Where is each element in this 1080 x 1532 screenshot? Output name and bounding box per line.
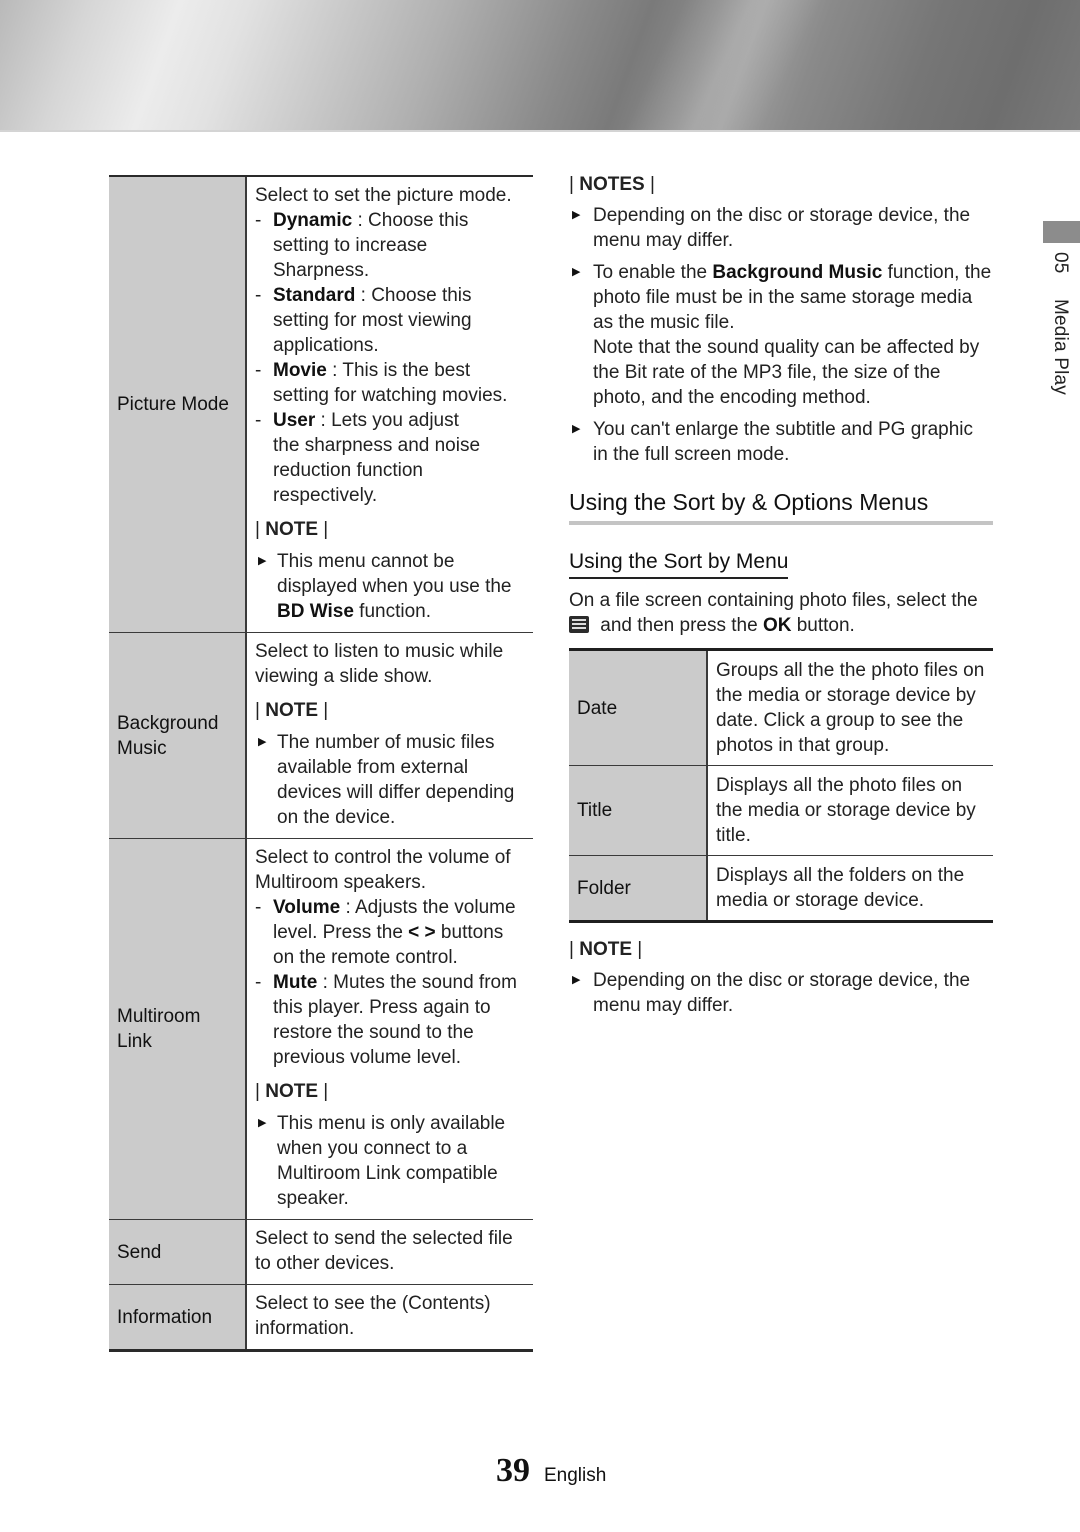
triangle-bullet-icon: ▶	[258, 1117, 267, 1129]
note-item: ▶ To enable the Background Music functio…	[569, 260, 993, 410]
option-user: - User : Lets you adjust the sharpness a…	[255, 410, 481, 506]
note-heading: | NOTE |	[569, 939, 643, 960]
note-item: ▶ You can't enlarge the subtitle and PG …	[569, 417, 993, 467]
chapter-label: 05 Media Play	[1050, 252, 1071, 396]
sort-by-table: Date Groups all the the photo files on t…	[569, 648, 993, 923]
page-language: English	[544, 1465, 607, 1486]
row-label: Folder	[569, 856, 708, 920]
page-number: 39	[496, 1452, 530, 1489]
note-heading: | NOTE |	[255, 1081, 329, 1102]
triangle-bullet-icon: ▶	[572, 209, 581, 221]
table-row-information: Information Select to see the (Contents)…	[109, 1285, 533, 1349]
table-row-date: Date Groups all the the photo files on t…	[569, 651, 993, 766]
triangle-bullet-icon: ▶	[258, 736, 267, 748]
row-label: Multiroom Link	[109, 839, 247, 1219]
table-row-background-music: Background Music Select to listen to mus…	[109, 633, 533, 839]
row-description: Select to send the selected file to othe…	[255, 1228, 513, 1274]
note-heading: | NOTE |	[255, 700, 329, 721]
row-description: Displays all the photo files on the medi…	[716, 775, 976, 846]
chapter-tab-marker	[1043, 221, 1080, 243]
banner-divider	[0, 130, 1080, 132]
row-description: Select to listen to music while viewing …	[247, 633, 533, 838]
note-item: ▶ This menu cannot be displayed when you…	[255, 549, 527, 624]
row-label: Title	[569, 766, 708, 855]
option-standard: - Standard : Choose this setting for mos…	[255, 285, 472, 356]
triangle-bullet-icon: ▶	[258, 555, 267, 567]
row-description: Select to control the volume of Multiroo…	[247, 839, 533, 1219]
option-mute: - Mute : Mutes the sound from this playe…	[255, 972, 517, 1068]
option-movie: - Movie : This is the best setting for w…	[255, 360, 508, 406]
note-item: ▶ Depending on the disc or storage devic…	[569, 968, 993, 1018]
header-banner	[0, 0, 1080, 131]
subsection-title: Using the Sort by Menu	[569, 548, 789, 579]
note-item: ▶ The number of music files available fr…	[255, 730, 527, 830]
triangle-bullet-icon: ▶	[572, 423, 581, 435]
table-row-title: Title Displays all the photo files on th…	[569, 766, 993, 856]
row-label: Date	[569, 651, 708, 765]
right-column: | NOTES | ▶ Depending on the disc or sto…	[569, 172, 993, 1025]
note-item: ▶ Depending on the disc or storage devic…	[569, 203, 993, 253]
row-description: Select to set the picture mode. - Dynami…	[247, 177, 533, 632]
options-table: Picture Mode Select to set the picture m…	[109, 175, 533, 1352]
row-label: Information	[109, 1285, 247, 1349]
triangle-bullet-icon: ▶	[572, 974, 581, 986]
row-description: Select to see the (Contents) information…	[255, 1293, 491, 1339]
table-row-picture-mode: Picture Mode Select to set the picture m…	[109, 177, 533, 633]
menu-list-icon	[569, 616, 589, 633]
page-footer: 39 English	[496, 1452, 606, 1490]
note-heading: | NOTE |	[255, 519, 329, 540]
notes-heading: | NOTES |	[569, 174, 655, 195]
left-right-arrows-icon: < >	[408, 922, 436, 943]
row-label: Background Music	[109, 633, 247, 838]
row-label: Picture Mode	[109, 177, 247, 632]
intro-paragraph: On a file screen containing photo files,…	[569, 590, 978, 636]
row-description: Displays all the folders on the media or…	[716, 865, 965, 911]
table-row-send: Send Select to send the selected file to…	[109, 1220, 533, 1285]
section-title: Using the Sort by & Options Menus	[569, 487, 993, 525]
row-label: Send	[109, 1220, 247, 1284]
note-item: ▶ This menu is only available when you c…	[255, 1111, 527, 1211]
row-description: Groups all the the photo files on the me…	[716, 660, 985, 756]
table-row-folder: Folder Displays all the folders on the m…	[569, 856, 993, 920]
triangle-bullet-icon: ▶	[572, 266, 581, 278]
option-volume: - Volume : Adjusts the volume level. Pre…	[255, 897, 516, 968]
table-row-multiroom-link: Multiroom Link Select to control the vol…	[109, 839, 533, 1220]
option-dynamic: - Dynamic : Choose this setting to incre…	[255, 210, 469, 281]
